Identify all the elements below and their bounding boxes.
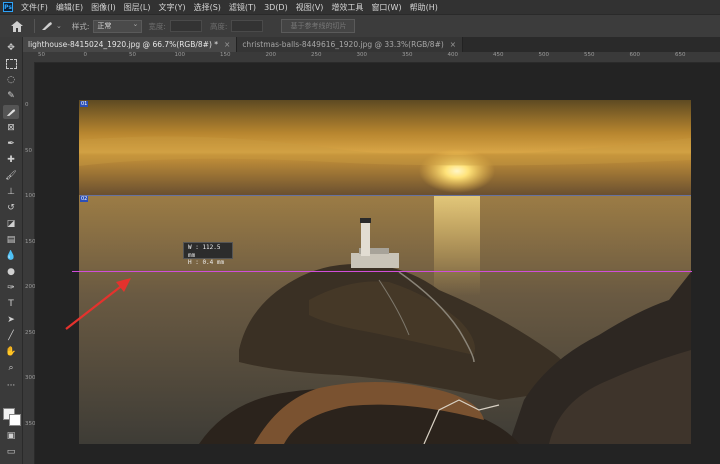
ruler-label: 250 xyxy=(25,329,36,336)
width-label: 宽度: xyxy=(148,21,166,31)
zoom-tool-icon[interactable]: ⌕ xyxy=(3,361,19,375)
ruler-label: 50 xyxy=(38,52,45,58)
menu-select[interactable]: 选择(S) xyxy=(190,2,225,13)
ruler-label: 100 xyxy=(25,193,36,199)
quick-mask-icon[interactable]: ▣ xyxy=(3,429,19,443)
ruler-label: 550 xyxy=(584,52,595,58)
menu-type[interactable]: 文字(Y) xyxy=(154,2,189,13)
document-tabs: lighthouse-8415024_1920.jpg @ 66.7%(RGB/… xyxy=(23,37,720,52)
history-brush-tool-icon[interactable]: ↺ xyxy=(3,201,19,215)
tab-christmas-balls[interactable]: christmas-balls-8449616_1920.jpg @ 33.3%… xyxy=(237,37,464,52)
home-icon xyxy=(11,20,23,32)
path-selection-tool-icon[interactable]: ➤ xyxy=(3,313,19,327)
style-select[interactable]: 正常 xyxy=(93,19,143,33)
vertical-ruler[interactable]: 0 50 100 150 200 250 300 350 xyxy=(23,62,36,464)
tab-label: lighthouse-8415024_1920.jpg @ 66.7%(RGB/… xyxy=(28,40,219,49)
slice-label-01[interactable]: 01 xyxy=(80,101,89,107)
height-label: 高度: xyxy=(209,21,228,31)
tools-panel: ✥ ◌ ✎ ⊠ ✒ ✚ 🖌 ⊥ ↺ ◪ ▤ 💧 ● ✑ T ➤ ╱ ✋ ⌕ ··… xyxy=(0,37,23,464)
slice-line xyxy=(80,195,691,196)
divider xyxy=(34,19,35,33)
hand-tool-icon[interactable]: ✋ xyxy=(3,345,19,359)
brush-tool-icon[interactable]: 🖌 xyxy=(3,169,19,183)
ruler-label: 50 xyxy=(25,147,32,154)
line-tool-icon[interactable]: ╱ xyxy=(3,329,19,343)
healing-brush-tool-icon[interactable]: ✚ xyxy=(3,153,19,167)
clone-stamp-tool-icon[interactable]: ⊥ xyxy=(3,185,19,199)
menu-bar: Ps 文件(F) 编辑(E) 图像(I) 图层(L) 文字(Y) 选择(S) 滤… xyxy=(0,0,720,14)
tab-lighthouse[interactable]: lighthouse-8415024_1920.jpg @ 66.7%(RGB/… xyxy=(23,37,238,52)
measure-width: W : 112.5 mm xyxy=(188,244,221,259)
menu-layer[interactable]: 图层(L) xyxy=(120,2,155,13)
lighthouse-photo xyxy=(79,100,691,444)
menu-image[interactable]: 图像(I) xyxy=(87,2,120,13)
pen-tool-icon[interactable]: ✑ xyxy=(3,281,19,295)
marquee-tool-icon[interactable] xyxy=(3,57,19,71)
eraser-tool-icon[interactable]: ◪ xyxy=(3,217,19,231)
ruler-label: 250 xyxy=(311,52,322,58)
ruler-label: 200 xyxy=(25,284,36,290)
ruler-label: 400 xyxy=(447,52,459,58)
height-field[interactable] xyxy=(231,20,264,32)
ruler-label: 150 xyxy=(220,52,231,58)
menu-window[interactable]: 窗口(W) xyxy=(367,2,405,13)
measure-height: H : 0.4 mm xyxy=(188,259,225,266)
ruler-label: 350 xyxy=(402,52,413,58)
close-icon[interactable]: × xyxy=(224,40,230,49)
frame-tool-icon[interactable]: ⊠ xyxy=(3,121,19,135)
gradient-tool-icon[interactable]: ▤ xyxy=(3,233,19,247)
ruler-label: 450 xyxy=(493,52,504,58)
measure-tooltip: W : 112.5 mm H : 0.4 mm xyxy=(183,242,233,266)
horizontal-ruler[interactable]: 50 0 50 100 150 200 250 300 350 400 450 500 550 600 65… xyxy=(23,52,720,63)
background-color[interactable] xyxy=(9,414,21,426)
eyedropper-tool-icon[interactable]: ✒ xyxy=(3,137,19,151)
magic-wand-tool-icon[interactable]: ✎ xyxy=(3,89,19,103)
ruler-label: 200 xyxy=(265,52,277,58)
document-image[interactable] xyxy=(79,100,691,444)
style-label: 样式: xyxy=(71,21,90,31)
slice-label-02[interactable]: 02 xyxy=(80,196,89,202)
ruler-label: 600 xyxy=(629,52,641,58)
ruler-label: 350 xyxy=(25,420,36,427)
menu-3d[interactable]: 3D(D) xyxy=(260,3,292,12)
dodge-tool-icon[interactable]: ● xyxy=(3,265,19,279)
move-tool-icon[interactable]: ✥ xyxy=(3,41,19,55)
home-button[interactable] xyxy=(6,17,28,35)
tab-label: christmas-balls-8449616_1920.jpg @ 33.3%… xyxy=(242,40,444,49)
ruler-label: 50 xyxy=(129,52,136,58)
menu-edit[interactable]: 编辑(E) xyxy=(52,2,87,13)
slice-knife-icon xyxy=(42,22,52,30)
ruler-label: 650 xyxy=(675,52,686,58)
more-tools-icon[interactable]: ··· xyxy=(3,379,19,393)
guide-line[interactable] xyxy=(72,271,692,272)
ruler-label: 0 xyxy=(25,102,29,108)
menu-filter[interactable]: 滤镜(T) xyxy=(225,2,260,13)
lasso-tool-icon[interactable]: ◌ xyxy=(3,73,19,87)
ruler-label: 100 xyxy=(174,52,186,58)
menu-help[interactable]: 帮助(H) xyxy=(406,2,442,13)
menu-plugins[interactable]: 增效工具 xyxy=(327,2,367,13)
slice-tool-preset[interactable]: ⌄ xyxy=(41,21,62,31)
screen-mode-icon[interactable]: ▭ xyxy=(3,445,19,459)
menu-file[interactable]: 文件(F) xyxy=(17,2,52,13)
slices-from-guides-button[interactable]: 基于参考线的切片 xyxy=(281,19,356,33)
close-icon[interactable]: × xyxy=(450,40,456,49)
color-swatches[interactable] xyxy=(3,406,21,426)
app-logo: Ps xyxy=(3,2,13,12)
ruler-label: 150 xyxy=(25,238,36,245)
slice-tool-icon[interactable] xyxy=(3,105,19,119)
ruler-label: 500 xyxy=(538,52,550,58)
options-bar: ⌄ 样式: 正常 宽度: 高度: 基于参考线的切片 xyxy=(0,14,720,38)
type-tool-icon[interactable]: T xyxy=(3,297,19,311)
chevron-down-icon: ⌄ xyxy=(56,22,62,30)
ruler-label: 300 xyxy=(25,375,36,381)
width-field[interactable] xyxy=(169,20,202,32)
ruler-label: 0 xyxy=(83,52,88,58)
menu-view[interactable]: 视图(V) xyxy=(292,2,328,13)
blur-tool-icon[interactable]: 💧 xyxy=(3,249,19,263)
ruler-label: 300 xyxy=(356,52,368,58)
